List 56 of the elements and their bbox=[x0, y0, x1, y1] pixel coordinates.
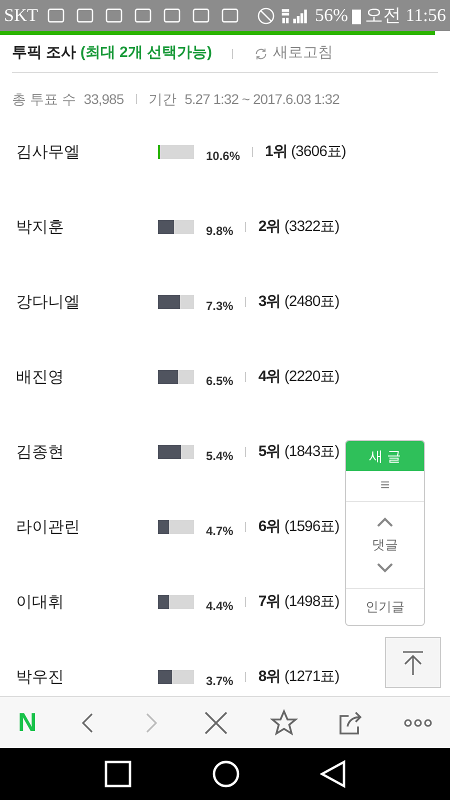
poll-title: 투픽 조사 (최대 2개 선택가능) bbox=[12, 43, 212, 64]
carrier-text: SKT bbox=[4, 4, 38, 27]
more-icon[interactable] bbox=[404, 718, 432, 728]
total-votes: 33,985 bbox=[84, 90, 124, 108]
back-icon[interactable] bbox=[320, 760, 346, 788]
menu-button[interactable]: ≡ bbox=[346, 471, 424, 502]
vote-bar bbox=[158, 520, 194, 534]
vote-percent: 7.3% bbox=[206, 298, 234, 315]
vote-percent: 5.4% bbox=[206, 448, 234, 465]
vote-bar bbox=[158, 145, 194, 159]
battery-icon bbox=[352, 6, 362, 24]
vote-bar bbox=[158, 220, 194, 234]
vote-bar bbox=[158, 295, 194, 309]
vote-bar bbox=[158, 595, 194, 609]
rank-votes: 5위 (1843표) bbox=[258, 442, 340, 462]
total-votes-label: 총 투표 수 bbox=[12, 90, 76, 108]
clock: 오전 11:56 bbox=[365, 4, 446, 27]
candidate-name: 강다니엘 bbox=[16, 293, 81, 313]
vote-percent: 3.7% bbox=[206, 673, 234, 690]
battery-percent: 56% bbox=[315, 4, 348, 27]
comments-label: 댓글 bbox=[372, 536, 398, 554]
rank-votes: 7위 (1498표) bbox=[258, 592, 340, 612]
candidate-name: 김종현 bbox=[16, 443, 65, 463]
recents-icon[interactable] bbox=[104, 760, 132, 788]
vote-percent: 10.6% bbox=[206, 148, 240, 165]
arrow-up-icon bbox=[400, 648, 426, 676]
rank-votes: 3위 (2480표) bbox=[258, 292, 340, 312]
scroll-top-button[interactable] bbox=[385, 637, 441, 688]
vote-percent: 9.8% bbox=[206, 223, 234, 240]
vote-percent: 4.7% bbox=[206, 523, 234, 540]
rank-votes: 4위 (2220표) bbox=[258, 367, 340, 387]
vote-bar bbox=[158, 670, 194, 684]
rank-votes: 6위 (1596표) bbox=[258, 517, 340, 537]
chevron-up-icon[interactable] bbox=[375, 515, 395, 530]
new-post-button[interactable]: 새 글 bbox=[346, 441, 424, 471]
candidate-name: 김사무엘 bbox=[16, 143, 81, 163]
vote-percent: 6.5% bbox=[206, 373, 234, 390]
candidate-name: 이대휘 bbox=[16, 593, 65, 613]
period: 5.27 1:32 ~ 2017.6.03 1:32 bbox=[184, 90, 340, 108]
home-icon[interactable] bbox=[212, 760, 240, 788]
period-label: 기간 bbox=[148, 90, 177, 108]
vote-bar bbox=[158, 370, 194, 384]
refresh-button[interactable]: 새로고침 bbox=[253, 42, 334, 65]
logo[interactable]: N bbox=[18, 703, 37, 742]
chevron-down-icon[interactable] bbox=[375, 560, 395, 575]
rank-votes: 1위 (3606표) bbox=[265, 142, 346, 162]
rank-votes: 2위 (3322표) bbox=[258, 217, 340, 237]
candidate-name: 박지훈 bbox=[16, 218, 65, 238]
candidate-name: 라이관린 bbox=[16, 518, 81, 538]
vote-bar bbox=[158, 445, 194, 459]
candidate-name: 박우진 bbox=[16, 668, 65, 688]
rank-votes: 8위 (1271표) bbox=[258, 667, 340, 687]
star-icon[interactable] bbox=[270, 708, 298, 736]
candidate-name: 배진영 bbox=[16, 368, 65, 388]
popular-button[interactable]: 인기글 bbox=[346, 589, 424, 625]
vote-percent: 4.4% bbox=[206, 598, 234, 615]
